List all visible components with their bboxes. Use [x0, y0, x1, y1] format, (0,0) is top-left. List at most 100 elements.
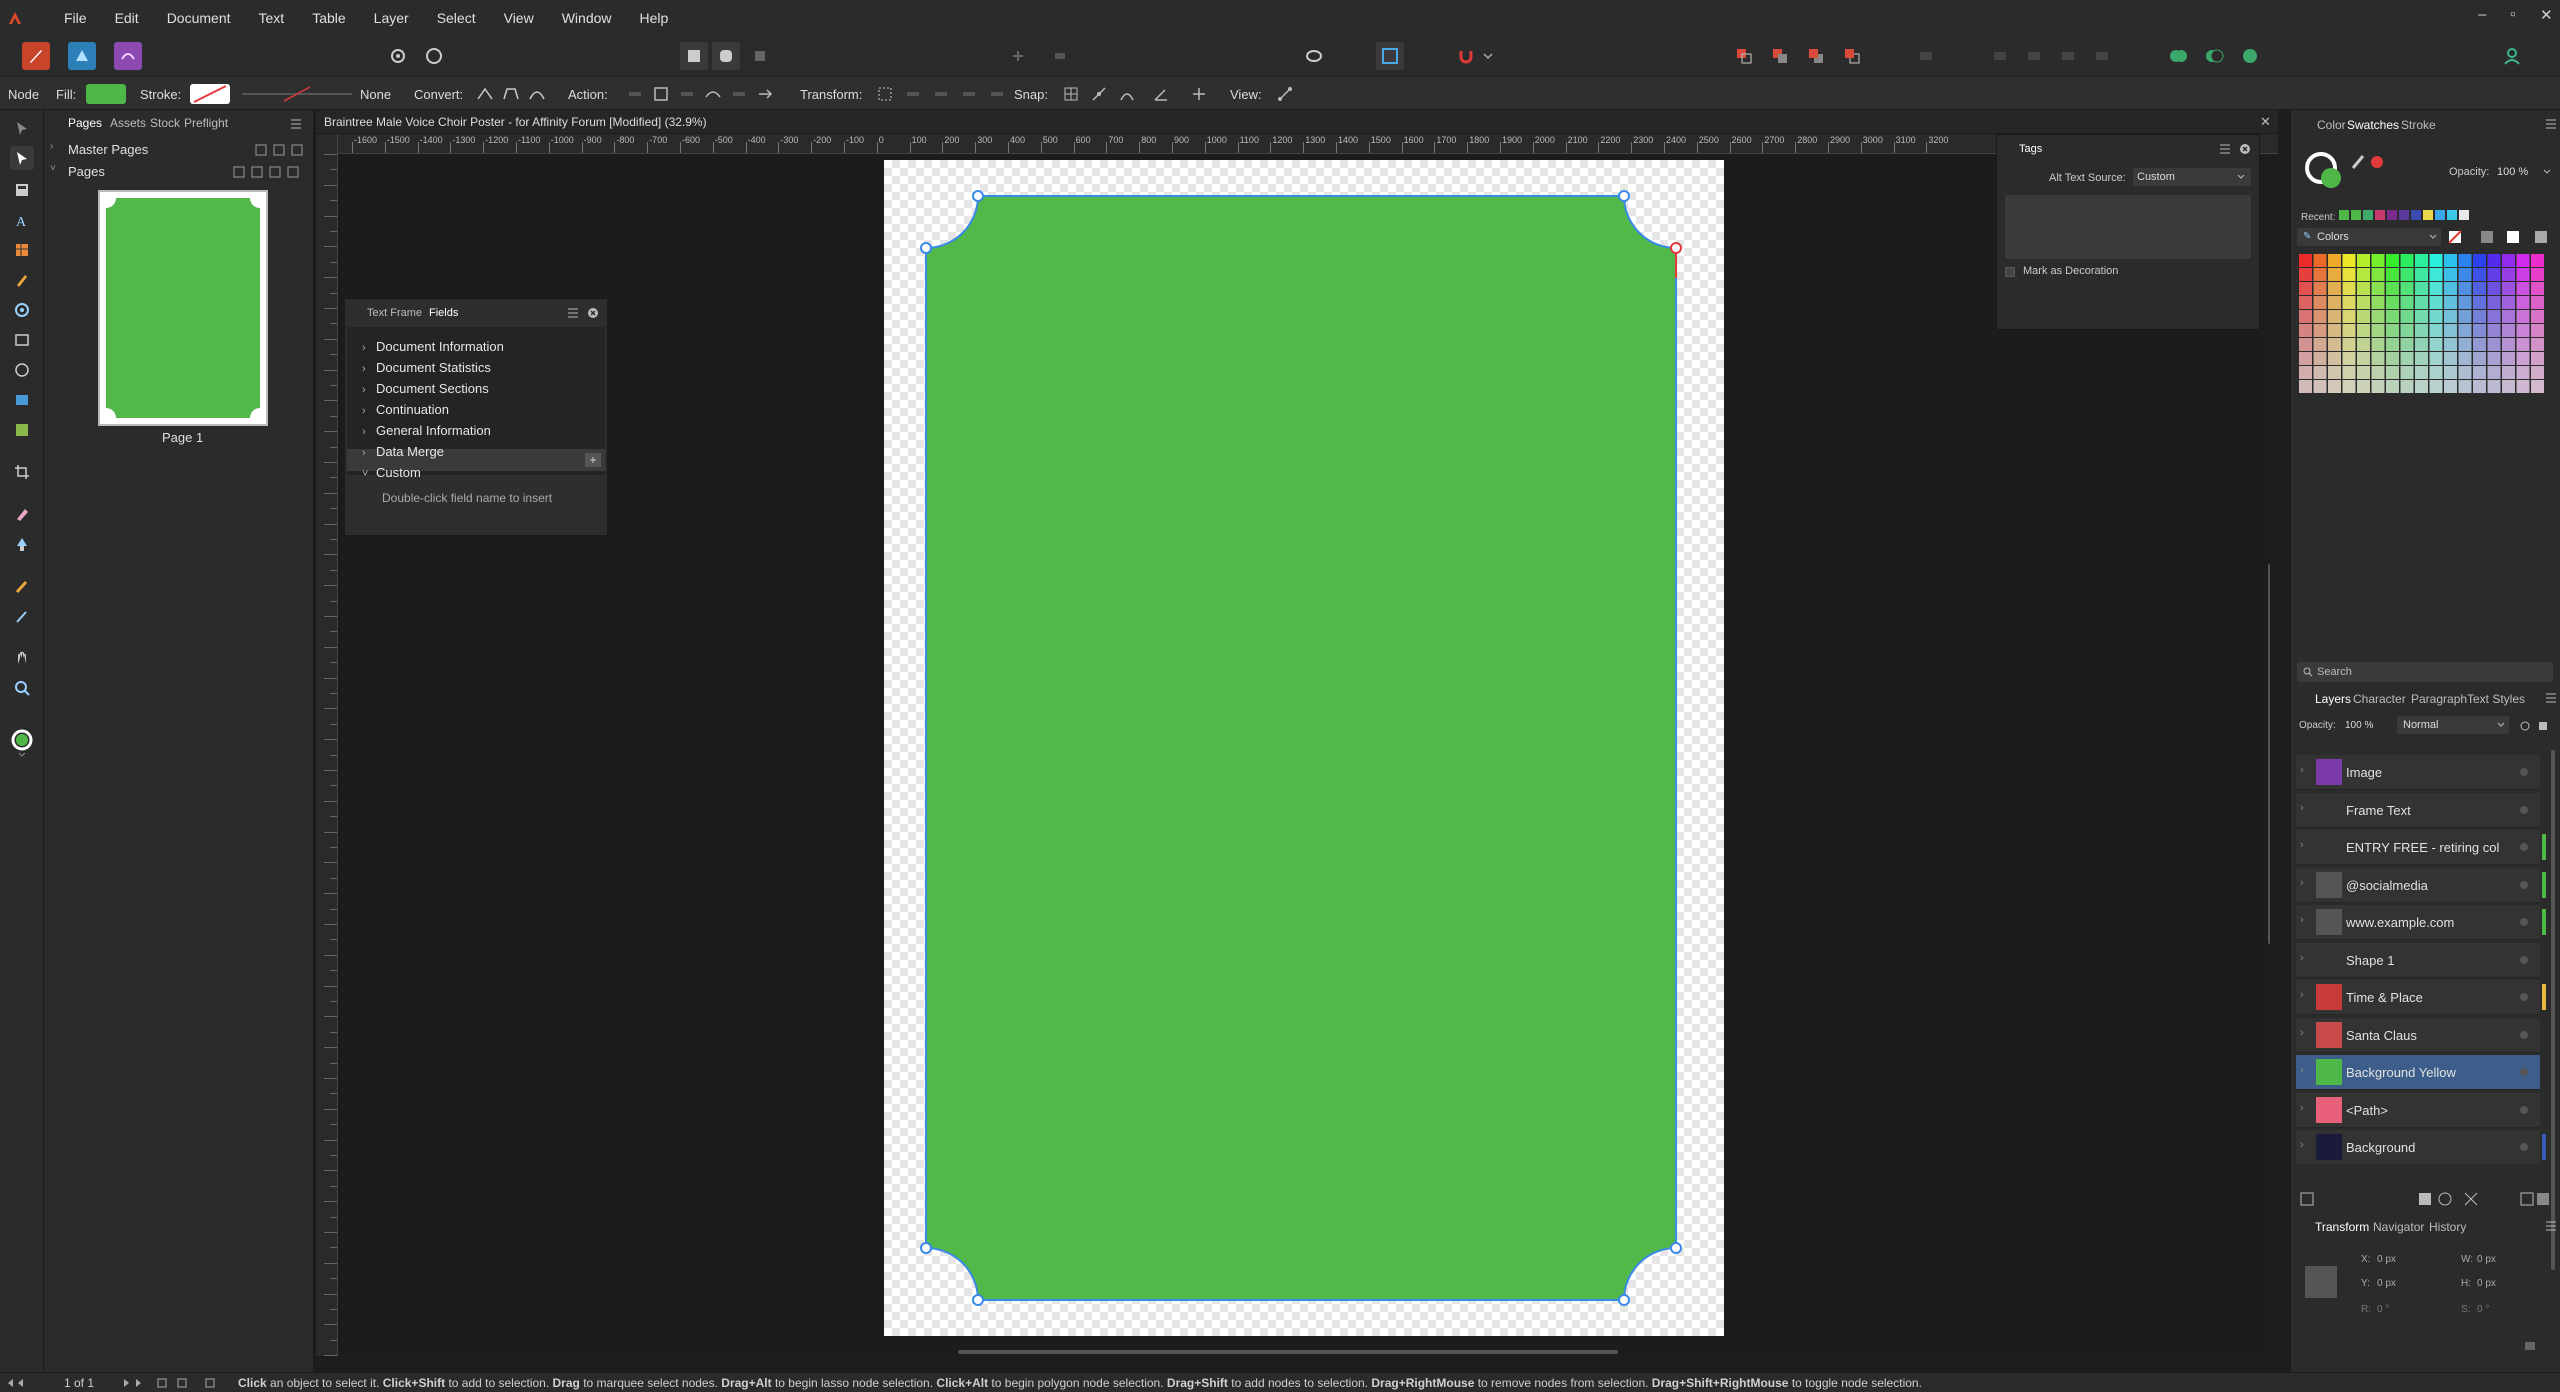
palette-swatch[interactable] [2502, 380, 2515, 393]
palette-swatch[interactable] [2516, 254, 2530, 267]
palette-swatch[interactable] [2487, 352, 2501, 365]
minimize-button[interactable]: – [2478, 6, 2486, 23]
chevron-down-icon[interactable]: ˅ [50, 163, 56, 174]
chevron-right-icon[interactable]: › [2300, 802, 2304, 814]
palette-swatch[interactable] [2400, 268, 2414, 281]
layer-row[interactable]: › Background Yellow [2296, 1055, 2540, 1090]
palette-swatch[interactable] [2371, 338, 2385, 351]
palette-swatch[interactable] [2516, 296, 2530, 309]
palette-swatch[interactable] [2328, 352, 2341, 365]
palette-swatch[interactable] [2313, 310, 2327, 323]
palette-swatch[interactable] [2516, 268, 2530, 281]
palette-swatch[interactable] [2531, 296, 2544, 309]
snapping-options-chevron-icon[interactable] [1474, 42, 1502, 70]
menu-table[interactable]: Table [298, 10, 359, 26]
palette-swatch[interactable] [2313, 324, 2327, 337]
palette-swatch[interactable] [2328, 366, 2341, 379]
tab-layers[interactable]: Layers [2315, 692, 2351, 706]
visibility-toggle-icon[interactable] [2520, 843, 2528, 851]
palette-swatch[interactable] [2458, 324, 2472, 337]
stroke-swatch[interactable] [190, 84, 230, 104]
palette-swatch[interactable] [2429, 366, 2443, 379]
layer-row[interactable]: › ENTRY FREE - retiring col [2296, 830, 2546, 865]
palette-swatch[interactable] [2502, 310, 2515, 323]
snap-handle-icon[interactable] [1190, 85, 1208, 103]
vertical-scrollbar[interactable] [2268, 564, 2270, 944]
convert-smart-icon[interactable] [528, 85, 546, 103]
tab-text-frame[interactable]: Text Frame [367, 307, 422, 319]
palette-swatch[interactable] [2342, 366, 2356, 379]
palette-swatch[interactable] [2444, 380, 2457, 393]
arrange-forward-icon[interactable] [1802, 42, 1830, 70]
page-nav-forward-icon[interactable] [122, 1377, 218, 1389]
master-pages-label[interactable]: Master Pages [68, 142, 148, 157]
boolean-add-icon[interactable] [2164, 42, 2192, 70]
recent-swatch[interactable] [2339, 210, 2349, 220]
convert-sharp-icon[interactable] [476, 85, 494, 103]
palette-swatch[interactable] [2531, 338, 2544, 351]
palette-swatch[interactable] [2400, 296, 2414, 309]
horizontal-ruler[interactable]: -1600 -1500 -1400 -1300 -1200 -1100 -1000 -900-… [322, 134, 2278, 154]
palette-swatch[interactable] [2342, 268, 2356, 281]
palette-swatch[interactable] [2299, 254, 2312, 267]
palette-swatch[interactable] [2429, 282, 2443, 295]
field-group-item[interactable]: › Document Sections [362, 381, 489, 396]
palette-swatch[interactable] [2516, 282, 2530, 295]
tab-swatches[interactable]: Swatches [2347, 118, 2399, 132]
view-mode-bleed-icon[interactable] [712, 42, 740, 70]
palette-swatch[interactable] [2400, 324, 2414, 337]
palette-swatch[interactable] [2342, 324, 2356, 337]
palette-swatch[interactable] [2299, 282, 2312, 295]
palette-swatch[interactable] [2487, 268, 2501, 281]
palette-swatch[interactable] [2502, 254, 2515, 267]
palette-swatch[interactable] [2487, 338, 2501, 351]
palette-swatch[interactable] [2386, 352, 2399, 365]
smooth-curve-icon[interactable] [678, 85, 696, 103]
layer-row[interactable]: › Background [2296, 1130, 2546, 1165]
menu-text[interactable]: Text [245, 10, 299, 26]
palette-swatch[interactable] [2458, 352, 2472, 365]
palette-swatch[interactable] [2516, 352, 2530, 365]
table-tool-icon[interactable] [10, 238, 34, 262]
stroke-value[interactable]: None [360, 87, 391, 102]
close-curve-icon[interactable] [652, 85, 670, 103]
designer-persona-icon[interactable] [68, 42, 96, 70]
palette-swatch[interactable] [2473, 324, 2486, 337]
chevron-right-icon[interactable]: › [2300, 989, 2304, 1001]
palette-swatch[interactable] [2386, 380, 2399, 393]
align-nodes-center-icon[interactable] [932, 85, 950, 103]
palette-swatch[interactable] [2400, 254, 2414, 267]
color-wells-icon[interactable] [10, 729, 34, 757]
menu-document[interactable]: Document [153, 10, 245, 26]
blend-mode-select[interactable]: Normal [2397, 716, 2509, 734]
palette-swatch[interactable] [2328, 268, 2341, 281]
recent-swatch[interactable] [2363, 210, 2373, 220]
palette-swatch[interactable] [2328, 380, 2341, 393]
palette-swatch[interactable] [2328, 254, 2341, 267]
visibility-toggle-icon[interactable] [2520, 1143, 2528, 1151]
palette-swatch[interactable] [2299, 310, 2312, 323]
arrange-backward-icon[interactable] [1766, 42, 1794, 70]
palette-swatch[interactable] [2444, 268, 2457, 281]
palette-swatch[interactable] [2458, 366, 2472, 379]
pages-actions-icon[interactable] [232, 165, 306, 179]
fill-stroke-wells-icon[interactable] [2303, 150, 2347, 194]
rotation-field[interactable]: 0 ° [2377, 1304, 2389, 1315]
layers-opacity-value[interactable]: 100 % [2345, 720, 2373, 731]
panel-menu-icon[interactable] [2545, 1220, 2557, 1232]
pages-label[interactable]: Pages [68, 164, 105, 179]
layer-row[interactable]: › Santa Claus [2296, 1017, 2540, 1053]
palette-swatch[interactable] [2299, 338, 2312, 351]
alt-text-source-select[interactable]: Custom [2133, 168, 2251, 186]
chevron-right-icon[interactable]: › [2300, 1064, 2304, 1076]
field-group-item[interactable]: ˅ Custom [362, 465, 421, 480]
palette-swatch[interactable] [2342, 296, 2356, 309]
palette-swatch[interactable] [2444, 352, 2457, 365]
palette-swatch[interactable] [2444, 282, 2457, 295]
layer-row[interactable]: › Time & Place [2296, 980, 2546, 1015]
settings-icon[interactable] [384, 42, 412, 70]
palette-swatch[interactable] [2516, 324, 2530, 337]
palette-swatch[interactable] [2531, 352, 2544, 365]
palette-swatch[interactable] [2531, 380, 2544, 393]
master-pages-actions-icon[interactable] [254, 143, 306, 157]
